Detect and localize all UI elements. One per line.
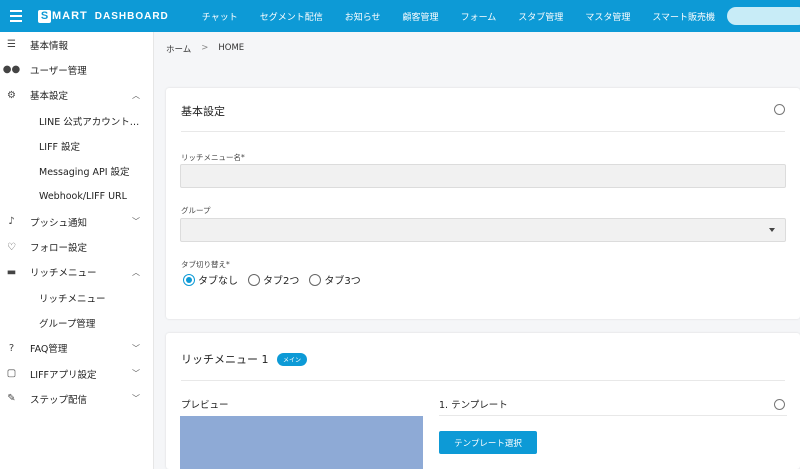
- rich-menu-card: リッチメニュー 1 メイン プレビュー 1. テンプレート テンプレート選択: [166, 333, 800, 469]
- sidebar-item-label: フォロー設定: [30, 243, 88, 255]
- group-label: グループ: [181, 206, 211, 215]
- sidebar-item-label: LINE 公式アカウント…: [39, 116, 140, 128]
- template-label: 1. テンプレート: [439, 400, 508, 411]
- sidebar-item-label: FAQ管理: [30, 344, 68, 356]
- rich-menu-name-input[interactable]: [180, 164, 786, 188]
- sidebar-item-user-management[interactable]: ●● ユーザー管理: [0, 57, 153, 82]
- chevron-down-icon: ﹀: [132, 343, 140, 353]
- tab-switch-radio-group: タブなし タブ2つ タブ3つ: [183, 272, 361, 287]
- sidebar-item-step-delivery[interactable]: ✎ ステップ配信 ﹀: [0, 386, 153, 411]
- sidebar-item-line-official-account[interactable]: LINE 公式アカウント…: [0, 108, 153, 133]
- help-icon: ?: [8, 342, 15, 354]
- info-circle-icon[interactable]: [774, 104, 785, 115]
- gears-icon: ⚙: [7, 89, 16, 101]
- sidebar-item-basic-info[interactable]: ☰ 基本情報: [0, 32, 153, 57]
- rich-menu-preview: [180, 416, 423, 469]
- bell-icon: ♪: [8, 216, 15, 228]
- radio-label: タブなし: [198, 276, 238, 287]
- sidebar-item-label: Webhook/LIFF URL: [39, 190, 127, 202]
- card-title: 基本設定: [181, 105, 225, 118]
- chevron-down-icon: ﹀: [132, 394, 140, 404]
- sidebar-item-label: 基本情報: [30, 40, 69, 52]
- nav-smart-vending[interactable]: スマート販売機: [641, 10, 726, 23]
- breadcrumb: ホーム > HOME: [166, 43, 244, 55]
- tab-switch-label: タブ切り替え*: [181, 260, 230, 269]
- logo[interactable]: S MART DASHBOARD: [38, 9, 169, 23]
- sidebar-item-webhook[interactable]: Webhook/LIFF URL: [0, 184, 153, 209]
- sidebar-item-faq[interactable]: ? FAQ管理 ﹀: [0, 336, 153, 361]
- sidebar-item-messaging-api[interactable]: Messaging API 設定: [0, 158, 153, 183]
- card-title: リッチメニュー 1: [181, 353, 269, 366]
- list-icon: ☰: [7, 39, 16, 51]
- nav-segment-delivery[interactable]: セグメント配信: [249, 10, 334, 23]
- menu-icon[interactable]: [2, 0, 30, 32]
- sidebar-item-label: ステップ配信: [30, 394, 88, 406]
- liff-app-icon: ▢: [6, 368, 17, 379]
- sidebar-item-label: LIFFアプリ設定: [30, 369, 97, 381]
- divider: [181, 380, 785, 381]
- radio-label: タブ3つ: [324, 276, 361, 287]
- divider: [181, 131, 785, 132]
- sidebar-item-liff-settings[interactable]: LIFF 設定: [0, 133, 153, 158]
- nav-stub-management[interactable]: スタブ管理: [507, 10, 574, 23]
- top-nav: チャット セグメント配信 お知らせ 顧客管理 フォーム スタブ管理 マスタ管理 …: [191, 10, 726, 23]
- nav-chat[interactable]: チャット: [191, 10, 249, 23]
- main-badge: メイン: [277, 353, 308, 366]
- sidebar-item-label: リッチメニュー: [30, 268, 97, 280]
- basic-settings-card: 基本設定 リッチメニュー名* グループ タブ切り替え* タブなし タブ2つ タブ…: [166, 88, 800, 319]
- nav-forms[interactable]: フォーム: [450, 10, 508, 23]
- radio-two-tabs[interactable]: タブ2つ: [248, 272, 299, 287]
- search-input[interactable]: [727, 7, 800, 25]
- sidebar-item-label: 基本設定: [30, 91, 69, 103]
- users-icon: ●●: [2, 64, 21, 76]
- nav-master-management[interactable]: マスタ管理: [574, 10, 641, 23]
- chevron-up-icon: ︿: [132, 267, 140, 277]
- sidebar-item-label: リッチメニュー: [39, 293, 106, 305]
- chevron-down-icon: ﹀: [132, 217, 140, 227]
- sidebar-item-label: LIFF 設定: [39, 141, 81, 153]
- sidebar-item-label: ユーザー管理: [30, 65, 87, 77]
- radio-unselected-icon: [309, 273, 322, 286]
- chevron-down-icon: ﹀: [132, 369, 140, 378]
- top-bar: S MART DASHBOARD チャット セグメント配信 お知らせ 顧客管理 …: [0, 0, 800, 32]
- nav-notices[interactable]: お知らせ: [334, 10, 392, 23]
- nav-customers[interactable]: 顧客管理: [392, 10, 450, 23]
- sidebar: ☰ 基本情報 ●● ユーザー管理 ⚙ 基本設定 ︿ LINE 公式アカウント… …: [0, 32, 154, 469]
- radio-selected-icon: [183, 273, 195, 286]
- sidebar-item-push-notification[interactable]: ♪ プッシュ通知 ﹀: [0, 209, 153, 234]
- sidebar-item-basic-settings[interactable]: ⚙ 基本設定 ︿: [0, 83, 153, 108]
- preview-label: プレビュー: [181, 400, 229, 411]
- divider: [439, 415, 787, 416]
- sidebar-item-label: Messaging API 設定: [39, 167, 130, 179]
- breadcrumb-home[interactable]: ホーム: [166, 43, 191, 55]
- rich-menu-name-label: リッチメニュー名*: [181, 153, 245, 162]
- breadcrumb-current: HOME: [218, 43, 245, 53]
- step-icon: ✎: [7, 393, 16, 405]
- chevron-up-icon: ︿: [132, 90, 140, 100]
- sidebar-item-rich-menu-sub[interactable]: リッチメニュー: [0, 285, 153, 310]
- sidebar-item-rich-menu[interactable]: ▬ リッチメニュー ︿: [0, 260, 153, 285]
- logo-text: MART: [52, 10, 88, 22]
- rich-menu-icon: ▬: [6, 266, 17, 278]
- caret-down-icon: [769, 228, 775, 232]
- sidebar-item-group-management[interactable]: グループ管理: [0, 310, 153, 335]
- group-select[interactable]: [180, 218, 786, 242]
- sidebar-item-follow-settings[interactable]: ♡ フォロー設定: [0, 234, 153, 259]
- select-template-button[interactable]: テンプレート選択: [439, 431, 537, 454]
- sidebar-item-liff-app[interactable]: ▢ LIFFアプリ設定 ﹀: [0, 361, 153, 386]
- radio-unselected-icon: [248, 273, 260, 286]
- logo-subtitle: DASHBOARD: [94, 10, 169, 22]
- info-circle-icon[interactable]: [774, 399, 785, 410]
- radio-no-tab[interactable]: タブなし: [183, 272, 238, 287]
- follow-icon: ♡: [7, 241, 16, 253]
- breadcrumb-separator: >: [201, 43, 209, 53]
- logo-mark: S: [38, 9, 51, 23]
- sidebar-item-label: グループ管理: [39, 318, 96, 330]
- sidebar-item-label: プッシュ通知: [30, 217, 88, 229]
- radio-three-tabs[interactable]: タブ3つ: [309, 272, 361, 287]
- radio-label: タブ2つ: [263, 276, 300, 287]
